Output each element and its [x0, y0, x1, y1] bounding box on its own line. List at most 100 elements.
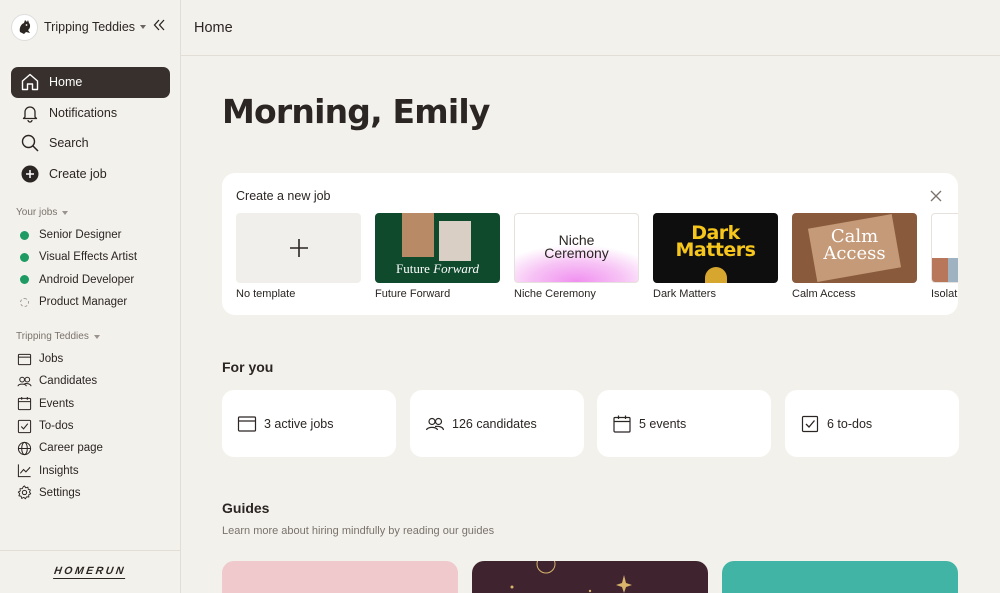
guide-decoration — [510, 561, 632, 593]
template-thumb: Future Forward — [375, 213, 500, 283]
create-job-card: Create a new job No template Future Forw… — [222, 173, 958, 315]
calendar-icon — [613, 415, 631, 433]
bell-icon — [22, 106, 38, 123]
calendar-icon — [17, 397, 32, 411]
photo-b — [439, 221, 471, 261]
sidebar-item-label: To-dos — [39, 420, 74, 433]
template-thumb — [931, 213, 958, 283]
job-list: Senior Designer Visual Effects Artist An… — [20, 224, 137, 313]
template-isolat[interactable]: Isolat — [931, 213, 958, 300]
thumb-text: Ceremony — [544, 245, 609, 261]
status-dot — [20, 275, 29, 285]
create-job-title: Create a new job — [236, 189, 331, 203]
plus-icon — [289, 239, 308, 257]
template-label: No template — [236, 288, 296, 300]
template-label: Isolat — [931, 288, 958, 300]
job-item-android-developer[interactable]: Android Developer — [20, 269, 137, 291]
your-jobs-label: Your jobs — [16, 207, 58, 218]
nav-search[interactable]: Search — [11, 128, 170, 159]
status-dot — [20, 230, 29, 240]
main-nav: Home Notifications Search Create job — [11, 67, 170, 189]
nav-notifications[interactable]: Notifications — [11, 98, 170, 129]
chevron-down-icon — [93, 334, 100, 339]
sidebar-item-label: Insights — [39, 464, 79, 477]
job-label: Product Manager — [39, 296, 128, 309]
org-logo — [11, 13, 38, 41]
photo-b — [948, 258, 958, 282]
template-label: Calm Access — [792, 288, 856, 300]
thumb-text: Matters — [675, 239, 756, 261]
template-label: Niche Ceremony — [514, 288, 596, 300]
sidebar-item-insights[interactable]: Insights — [17, 459, 103, 481]
stat-label: 6 to-dos — [827, 416, 873, 431]
template-dark-matters[interactable]: Dark Matters Dark Matters — [653, 213, 778, 300]
gear-icon — [17, 485, 32, 500]
status-dot — [20, 252, 29, 262]
status-dot — [20, 297, 29, 307]
sidebar-item-to-dos[interactable]: To-dos — [17, 415, 103, 437]
thumb-text: Future — [396, 261, 430, 276]
sidebar-item-label: Jobs — [39, 353, 64, 366]
guide-card[interactable] — [722, 561, 958, 593]
stat-label: 5 events — [639, 416, 687, 431]
thumb-text: Forward — [433, 261, 479, 276]
job-item-visual-effects-artist[interactable]: Visual Effects Artist — [20, 246, 137, 268]
template-label: Future Forward — [375, 288, 451, 300]
sidebar: Tripping Teddies Home Notifications Sear… — [0, 0, 181, 593]
template-no-template[interactable]: No template — [236, 213, 361, 300]
template-future-forward[interactable]: Future Forward Future Forward — [375, 213, 500, 300]
sidebar-item-candidates[interactable]: Candidates — [17, 370, 103, 392]
stat-candidates[interactable]: 126 candidates — [410, 390, 584, 457]
nav-label: Home — [49, 75, 83, 90]
template-thumb: Niche Ceremony — [514, 213, 639, 283]
template-thumb — [236, 213, 361, 283]
job-label: Visual Effects Artist — [39, 251, 138, 264]
job-label: Android Developer — [39, 273, 135, 286]
checkbox-icon — [801, 415, 819, 432]
your-jobs-heading[interactable]: Your jobs — [16, 207, 69, 218]
sidebar-item-label: Events — [39, 397, 75, 410]
sidebar-footer: HOMERUN — [0, 550, 180, 593]
stat-label: 126 candidates — [452, 416, 537, 431]
candidates-icon — [17, 376, 32, 387]
org-section-label: Tripping Teddies — [16, 331, 89, 342]
template-calm-access[interactable]: Calm Access Calm Access — [792, 213, 917, 300]
nav-label: Notifications — [49, 105, 118, 120]
nav-home[interactable]: Home — [11, 67, 170, 98]
page-title: Home — [194, 19, 233, 36]
globe-icon — [17, 441, 32, 455]
sidebar-item-events[interactable]: Events — [17, 393, 103, 415]
stat-to-dos[interactable]: 6 to-dos — [785, 390, 959, 457]
nav-label: Create job — [49, 166, 107, 181]
stat-active-jobs[interactable]: 3 active jobs — [222, 390, 396, 457]
collapse-sidebar-icon[interactable] — [151, 17, 167, 33]
figure — [705, 267, 727, 283]
org-switcher[interactable]: Tripping Teddies — [11, 13, 147, 41]
sidebar-item-settings[interactable]: Settings — [17, 482, 103, 504]
jobs-icon — [237, 415, 257, 432]
guide-card[interactable] — [472, 561, 708, 593]
photo-a — [932, 258, 948, 282]
photo-a — [402, 213, 434, 257]
close-icon[interactable] — [929, 189, 943, 203]
sidebar-item-jobs[interactable]: Jobs — [17, 348, 103, 370]
job-item-product-manager[interactable]: Product Manager — [20, 291, 137, 313]
template-label: Dark Matters — [653, 288, 716, 300]
job-label: Senior Designer — [39, 229, 122, 242]
job-item-senior-designer[interactable]: Senior Designer — [20, 224, 137, 246]
guides-subtitle: Learn more about hiring mindfully by rea… — [222, 525, 495, 537]
checkbox-icon — [17, 419, 32, 433]
org-section-heading[interactable]: Tripping Teddies — [16, 331, 100, 342]
greeting-heading: Morning, Emily — [222, 92, 490, 131]
jobs-icon — [17, 353, 32, 365]
stat-events[interactable]: 5 events — [597, 390, 771, 457]
template-niche-ceremony[interactable]: Niche Ceremony Niche Ceremony — [514, 213, 639, 300]
search-icon — [21, 135, 39, 152]
plus-circle-icon — [21, 165, 39, 183]
nav-create-job[interactable]: Create job — [11, 159, 170, 190]
org-name: Tripping Teddies — [44, 20, 136, 34]
sidebar-item-career-page[interactable]: Career page — [17, 437, 103, 459]
guide-card[interactable] — [222, 561, 458, 593]
guides-heading: Guides — [222, 500, 270, 516]
sidebar-item-label: Career page — [39, 442, 103, 455]
